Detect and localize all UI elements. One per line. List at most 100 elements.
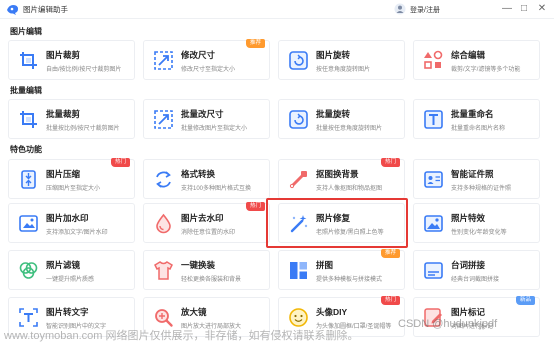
clothes-icon xyxy=(154,261,173,280)
card-add-watermark[interactable]: 图片加水印 支持添加文字/图片水印 xyxy=(8,203,135,243)
card-desc: 支持多种规格的证件照 xyxy=(451,186,512,192)
title-bar: 图片编辑助手 登录/注册 — □ ✕ xyxy=(0,0,554,19)
user-avatar-icon[interactable] xyxy=(394,3,406,15)
shapes-icon xyxy=(424,50,443,69)
id-photo-icon xyxy=(424,171,443,188)
card-photo-effects[interactable]: 照片特效 性别变化/年龄变化等 xyxy=(413,203,540,243)
section-title-featured: 特色功能 xyxy=(10,145,42,154)
resize-icon xyxy=(154,51,173,70)
subtitle-icon xyxy=(424,262,443,279)
card-title: 一键换装 xyxy=(181,260,216,270)
section-title-batch-edit: 批量编辑 xyxy=(10,86,42,95)
card-desc: 轻松更换各服装和背景 xyxy=(181,277,242,283)
card-batch-crop[interactable]: 批量裁剪 批量按比例/按尺寸裁剪图片 xyxy=(8,99,135,139)
card-title: 照片滤镜 xyxy=(46,260,81,270)
recommend-badge: 推荐 xyxy=(245,39,265,48)
card-desc: 支持人像抠图和物品抠图 xyxy=(316,186,383,192)
card-title: 批量改尺寸 xyxy=(181,109,224,119)
card-title: 格式转换 xyxy=(181,169,216,179)
site-watermark: www.toymoban.com 网络图片仅供展示，非存储，如有侵权请联系删除。 xyxy=(4,330,359,342)
rename-icon xyxy=(424,110,443,129)
card-desc: 自由/按比例/按尺寸裁剪图片 xyxy=(46,67,122,73)
card-desc: 修改尺寸至指定大小 xyxy=(181,67,236,73)
card-batch-resize[interactable]: 批量改尺寸 批量修改图片至指定大小 xyxy=(143,99,270,139)
card-title: 照片特效 xyxy=(451,213,486,223)
card-desc: 裁剪/文字/滤镜等多个功能 xyxy=(451,67,521,73)
cutout-icon xyxy=(289,171,307,189)
rotate-icon xyxy=(289,110,308,129)
card-desc: 批量按比例/按尺寸裁剪图片 xyxy=(46,126,120,132)
resize-icon xyxy=(154,110,173,129)
card-title: 台词拼接 xyxy=(451,260,486,270)
hot-badge: 热门 xyxy=(110,158,130,167)
card-title: 拼图 xyxy=(316,260,334,270)
hot-badge: 热门 xyxy=(380,158,400,167)
close-button[interactable]: ✕ xyxy=(535,2,549,16)
card-comprehensive-edit[interactable]: 综合编辑 裁剪/文字/滤镜等多个功能 xyxy=(413,40,540,80)
card-desc: 批量按任意角度旋转图片 xyxy=(316,126,383,132)
card-desc: 批量修改图片至指定大小 xyxy=(181,126,248,132)
card-desc: 批量重命名图片名称 xyxy=(451,126,506,132)
ocr-icon xyxy=(19,308,38,327)
card-image-mark[interactable]: 图片标记 对图片进行标记 新品 xyxy=(413,296,540,337)
card-desc: 支持100多种图片格式互换 xyxy=(181,186,252,192)
card-subtitle-stitch[interactable]: 台词拼接 经典台词截图拼接 xyxy=(413,250,540,290)
filter-icon xyxy=(19,262,38,279)
new-badge: 新品 xyxy=(515,296,535,305)
card-cutout-background[interactable]: 抠图换背景 支持人像抠图和物品抠图 热门 xyxy=(278,158,405,199)
card-title: 批量重命名 xyxy=(451,109,494,119)
app-title: 图片编辑助手 xyxy=(23,5,68,14)
card-collage[interactable]: 拼图 提供多种模板与拼接模式 推荐 xyxy=(278,249,405,290)
app-logo-icon xyxy=(7,5,18,15)
highlight-box xyxy=(266,198,408,248)
card-title: 图片裁剪 xyxy=(46,50,81,60)
card-title: 批量裁剪 xyxy=(46,109,81,119)
rotate-icon xyxy=(289,51,308,70)
card-photo-filter[interactable]: 照片滤镜 一键提升照片质感 xyxy=(8,250,135,290)
compress-icon xyxy=(21,170,36,189)
card-change-clothes[interactable]: 一键换装 轻松更换各服装和背景 xyxy=(143,250,270,290)
card-desc: 性别变化/年龄变化等 xyxy=(451,230,507,236)
card-title: 头像DIY xyxy=(316,307,348,317)
remove-watermark-icon xyxy=(156,213,171,234)
card-smart-id-photo[interactable]: 智能证件照 支持多种规格的证件照 xyxy=(413,159,540,199)
avatar-icon xyxy=(289,308,308,327)
card-desc: 压缩图片至指定大小 xyxy=(46,186,101,192)
section-title-image-edit: 图片编辑 xyxy=(10,27,42,36)
card-desc: 按任意角度旋转图片 xyxy=(316,67,371,73)
hot-badge: 热门 xyxy=(245,202,265,211)
card-title: 图片加水印 xyxy=(46,213,89,223)
card-title: 图片去水印 xyxy=(181,213,224,223)
magnifier-icon xyxy=(155,309,173,327)
card-batch-rotate[interactable]: 批量旋转 批量按任意角度旋转图片 xyxy=(278,99,405,139)
minimize-button[interactable]: — xyxy=(500,2,514,16)
card-image-crop[interactable]: 图片裁剪 自由/按比例/按尺寸裁剪图片 xyxy=(8,40,135,80)
card-title: 智能证件照 xyxy=(451,169,494,179)
crop-icon xyxy=(20,52,37,69)
card-title: 图片标记 xyxy=(451,307,486,317)
card-resize[interactable]: 修改尺寸 修改尺寸至指定大小 推荐 xyxy=(143,39,270,80)
card-title: 抠图换背景 xyxy=(316,169,359,179)
card-title: 图片旋转 xyxy=(316,50,351,60)
add-watermark-icon xyxy=(19,215,38,232)
card-desc: 经典台词截图拼接 xyxy=(451,277,500,283)
crop-icon xyxy=(20,111,37,128)
card-title: 放大镜 xyxy=(181,307,207,317)
card-title: 图片压缩 xyxy=(46,169,81,179)
card-desc: 消除任意位置的水印 xyxy=(181,230,236,236)
effects-icon xyxy=(424,215,443,232)
convert-icon xyxy=(156,171,171,188)
collage-icon xyxy=(290,262,307,279)
card-remove-watermark[interactable]: 图片去水印 消除任意位置的水印 热门 xyxy=(143,202,270,243)
hot-badge: 热门 xyxy=(380,296,400,305)
maximize-button[interactable]: □ xyxy=(517,2,531,16)
card-format-convert[interactable]: 格式转换 支持100多种图片格式互换 xyxy=(143,159,270,199)
card-image-compress[interactable]: 图片压缩 压缩图片至指定大小 热门 xyxy=(8,158,135,199)
login-register-link[interactable]: 登录/注册 xyxy=(410,5,440,15)
card-desc: 一键提升照片质感 xyxy=(46,277,95,283)
card-title: 批量旋转 xyxy=(316,109,351,119)
card-title: 综合编辑 xyxy=(451,50,486,60)
card-batch-rename[interactable]: 批量重命名 批量重命名图片名称 xyxy=(413,99,540,139)
card-image-rotate[interactable]: 图片旋转 按任意角度旋转图片 xyxy=(278,40,405,80)
card-desc: 支持添加文字/图片水印 xyxy=(46,230,108,236)
